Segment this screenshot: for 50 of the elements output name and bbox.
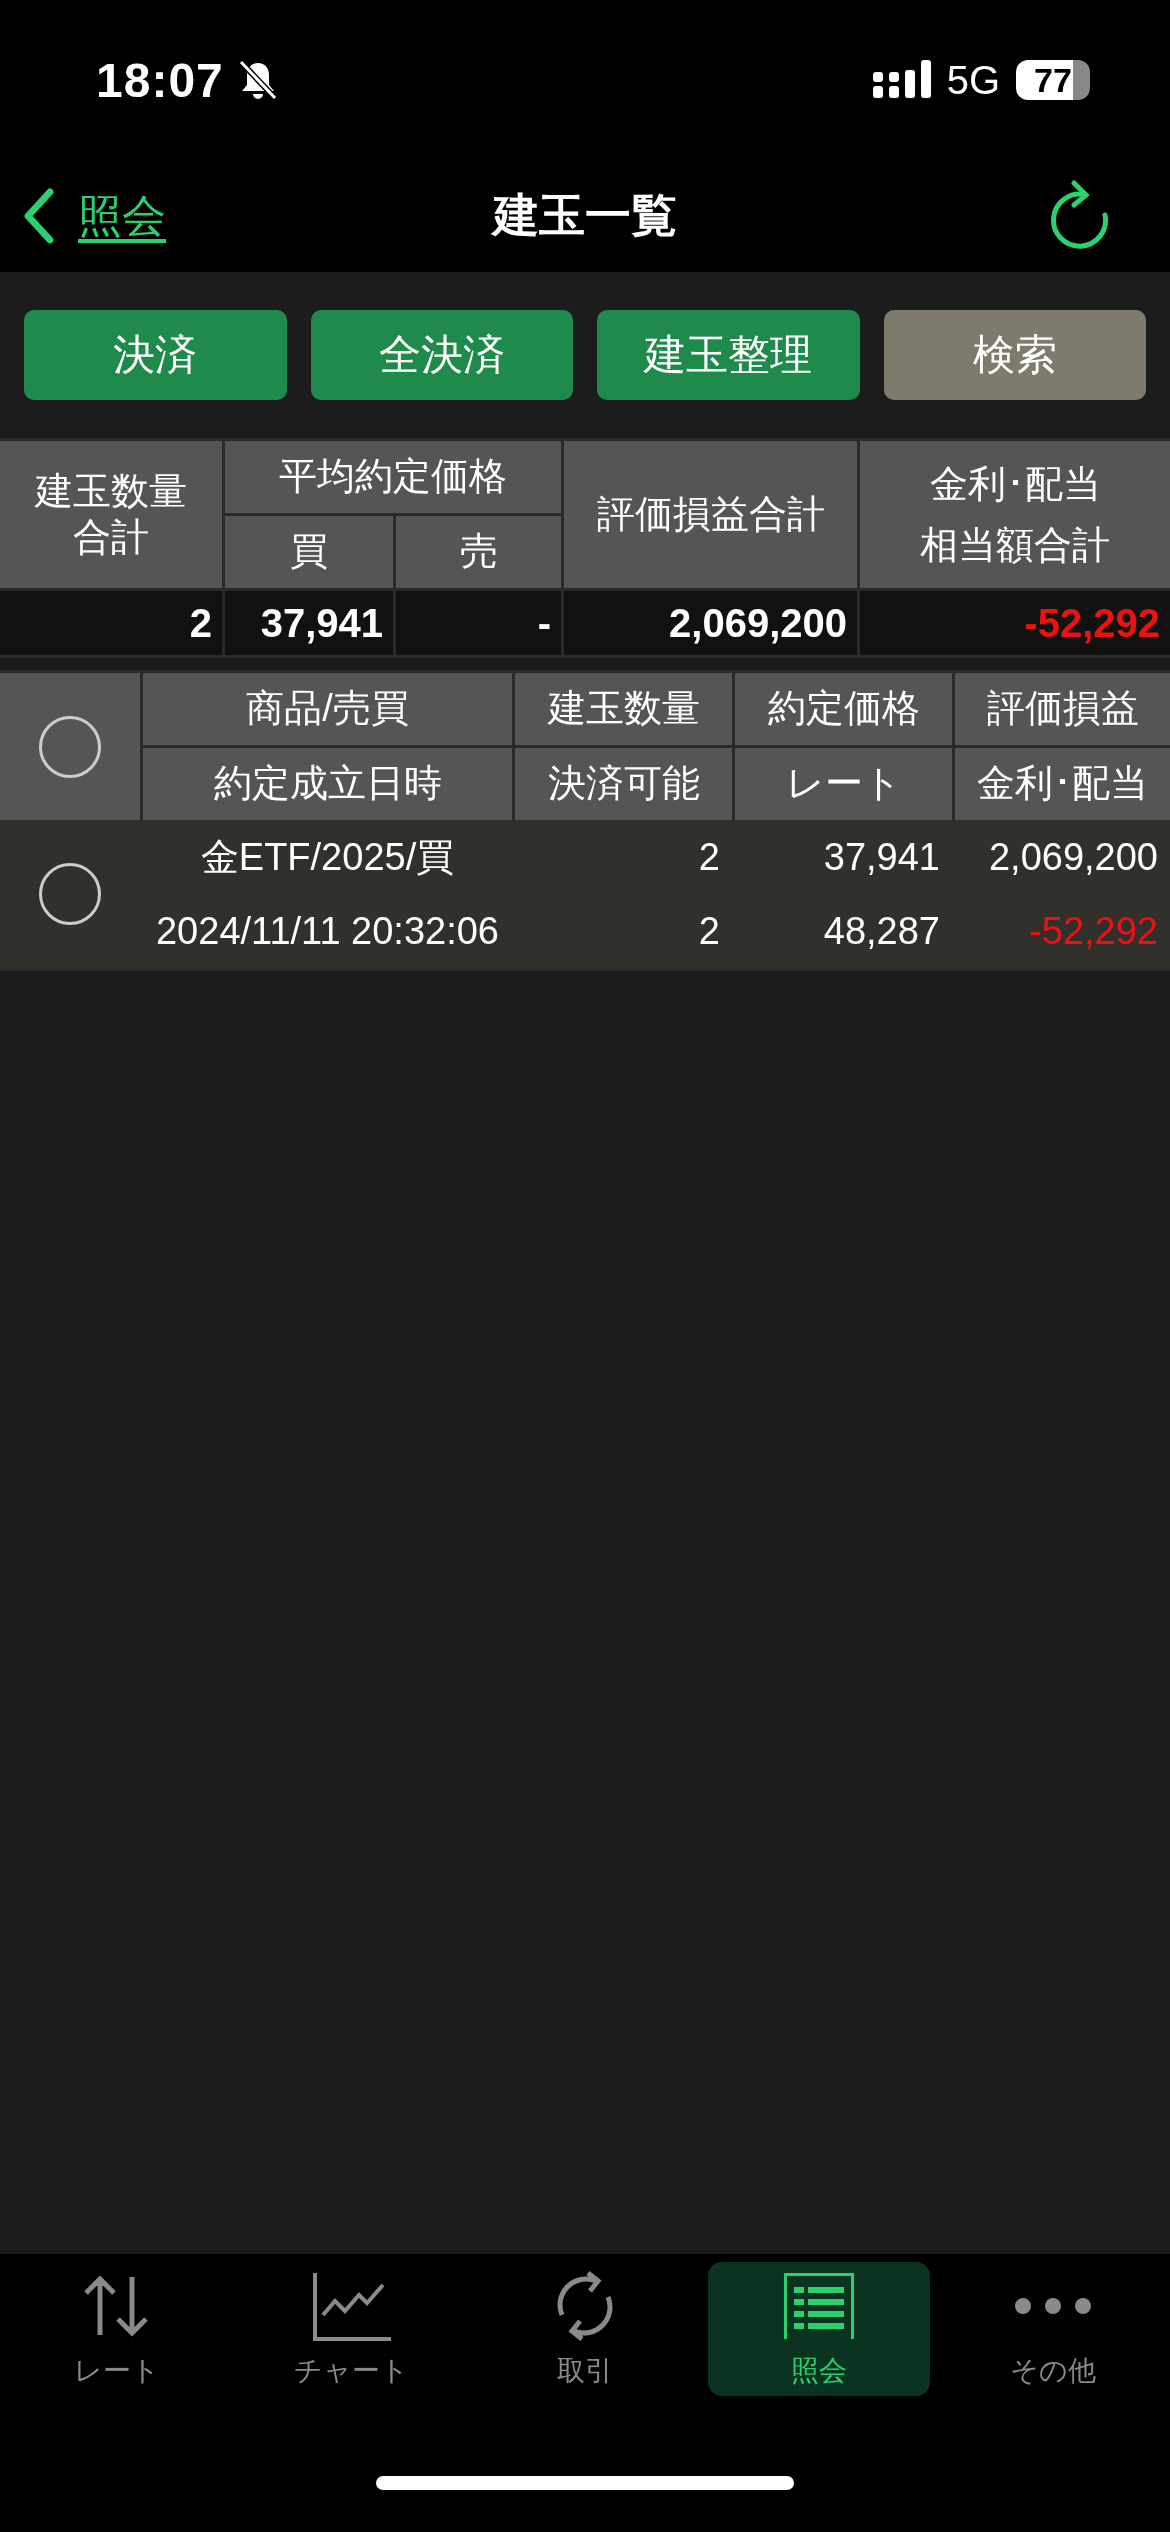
column-header: 約定価格 xyxy=(767,686,920,732)
chevron-left-icon xyxy=(24,188,54,244)
refresh-icon[interactable] xyxy=(1050,179,1110,249)
line-chart-icon xyxy=(311,2271,391,2341)
status-time: 18:07 xyxy=(96,52,224,108)
signal-icon xyxy=(872,60,931,100)
battery-icon: 77 xyxy=(1016,60,1090,100)
table-cell-text: 48,287 xyxy=(822,908,941,954)
column-header: 平均約定価格 xyxy=(279,454,507,500)
table-cell-text: 37,941 xyxy=(822,834,941,880)
select-all-radio[interactable] xyxy=(39,715,101,778)
column-header: 金利･配当 相当額合計 xyxy=(920,461,1110,568)
table-cell-text: 2 xyxy=(697,834,721,880)
action-button[interactable]: 建玉整理 xyxy=(597,310,860,400)
tab-bar-item[interactable]: 取引 xyxy=(474,2262,696,2396)
column-header: 建玉数量 xyxy=(547,686,700,732)
table-cell-text: 2024/11/11 20:32:06 xyxy=(155,908,500,954)
position-row[interactable]: 金ETF/2025/買 2 37,941 2,069,200 2024/11/11 20:32:06 2 48,287 -52,292 xyxy=(0,820,1170,971)
list-icon xyxy=(782,2271,856,2341)
table-cell-text: 2 xyxy=(697,908,721,954)
tab-bar-item[interactable]: 照会 xyxy=(708,2262,930,2396)
summary-cell: 2 xyxy=(0,591,222,655)
column-header: 金利･配当 xyxy=(977,761,1148,807)
column-header: 建玉数量 合計 xyxy=(35,468,187,560)
column-header: 評価損益 xyxy=(986,686,1139,732)
column-header: 約定成立日時 xyxy=(213,761,442,807)
column-header: 評価損益合計 xyxy=(596,491,825,537)
more-icon xyxy=(1013,2296,1093,2316)
column-header: 買 xyxy=(290,529,328,575)
summary-cell: 37,941 xyxy=(225,591,393,655)
page-title: 建玉一覧 xyxy=(493,188,677,243)
table-cell-text: 金ETF/2025/買 xyxy=(199,834,456,880)
table-cell-text: 2,069,200 xyxy=(987,834,1159,880)
column-header: 決済可能 xyxy=(547,761,700,807)
bell-muted-icon xyxy=(237,59,278,101)
table-cell-text: -52,292 xyxy=(1028,908,1159,954)
summary-cell: - xyxy=(396,591,561,655)
action-button[interactable]: 全決済 xyxy=(310,310,573,400)
column-header: レート xyxy=(785,761,902,807)
summary-cell: 2,069,200 xyxy=(564,591,857,655)
column-header: 売 xyxy=(459,529,498,575)
action-button[interactable]: 決済 xyxy=(24,310,287,400)
tab-bar-item[interactable]: レート xyxy=(6,2262,228,2396)
tab-bar-item[interactable]: その他 xyxy=(942,2262,1164,2396)
tab-bar-item[interactable]: チャート xyxy=(240,2262,462,2396)
network-label: 5G xyxy=(946,57,1000,103)
row-radio[interactable] xyxy=(39,863,101,925)
summary-cell: -52,292 xyxy=(860,591,1170,655)
column-header: 商品/売買 xyxy=(246,686,409,732)
action-button[interactable]: 検索 xyxy=(883,310,1146,400)
